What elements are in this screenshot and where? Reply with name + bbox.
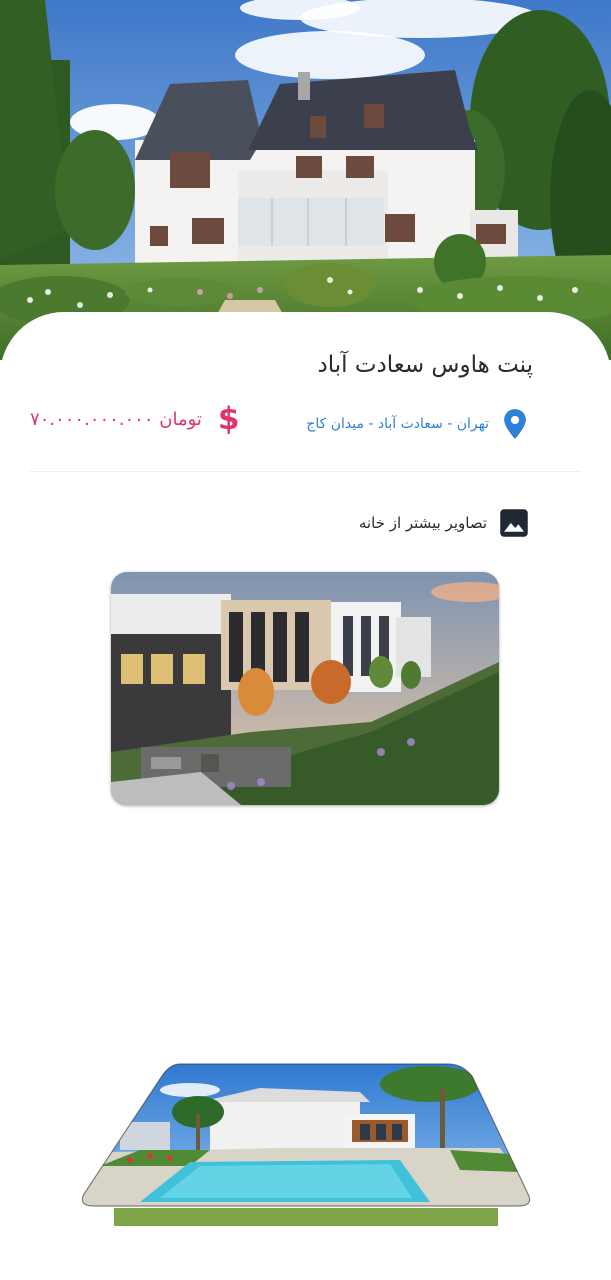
property-title: پنت هاوس سعادت آباد xyxy=(317,352,534,378)
gallery-label: تصاویر بیشتر از خانه xyxy=(358,514,487,532)
divider xyxy=(30,471,581,472)
location-pin-icon xyxy=(504,409,526,439)
hero-house-photo xyxy=(0,0,611,360)
gallery-header: تصاویر بیشتر از خانه xyxy=(359,508,529,538)
dollar-icon: $ xyxy=(217,401,240,437)
image-icon xyxy=(500,509,528,537)
location-row: تهران - سعادت آباد - میدان کاج xyxy=(306,408,529,440)
price-row: ۷۰.۰۰۰.۰۰۰.۰۰۰ تومان $ xyxy=(30,404,239,435)
gallery-photo-apartments[interactable] xyxy=(111,572,499,805)
price-text: ۷۰.۰۰۰.۰۰۰.۰۰۰ تومان xyxy=(30,409,202,430)
location-text: تهران - سعادت آباد - میدان کاج xyxy=(306,416,489,432)
gallery-photo-pool-villa[interactable] xyxy=(80,1062,532,1230)
